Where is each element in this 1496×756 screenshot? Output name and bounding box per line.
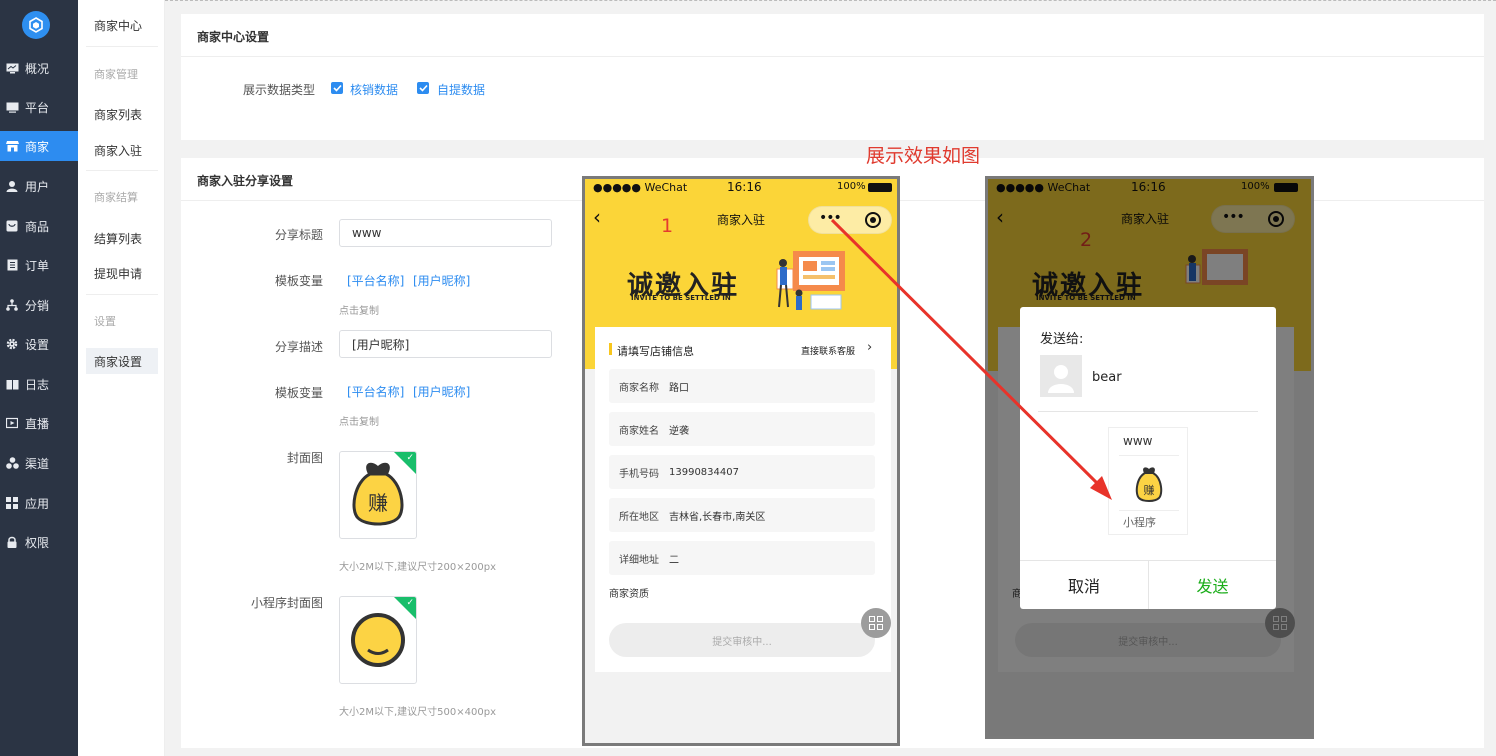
annotation-arrow [830, 218, 1112, 500]
